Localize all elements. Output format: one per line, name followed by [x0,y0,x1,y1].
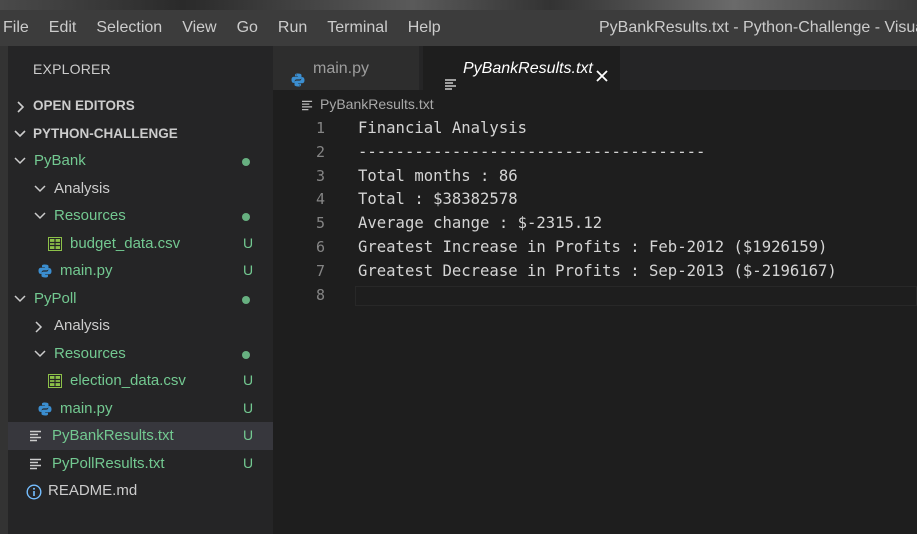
activity-bar [0,46,8,534]
tree-item-label: Analysis [54,317,110,334]
git-status-badge: U [243,262,254,278]
git-status-badge: U [243,372,254,388]
workspace-root-section[interactable]: PYTHON-CHALLENGE [8,120,273,148]
folder-item[interactable]: Analysis [8,312,273,340]
tab-main-py[interactable]: main.py [273,46,419,90]
current-line-highlight [355,286,917,306]
code-line[interactable]: Average change : $-2315.12 [358,214,602,232]
tree-item-label: Resources [54,344,126,362]
code-line[interactable]: ------------------------------------- [358,143,705,161]
file-tree: PyBank Analysis Resources budget_data.csv Um… [8,147,273,505]
explorer-sidebar: EXPLORER OPEN EDITORS PYTHON-CHALLENGE P… [8,46,273,534]
menu-edit[interactable]: Edit [39,19,87,37]
menu-help[interactable]: Help [398,19,451,37]
file-item[interactable]: election_data.csv U [8,367,273,395]
folder-item[interactable]: PyPoll [8,285,273,313]
git-status-badge: U [243,399,254,416]
tab-pybankresults[interactable]: PyBankResults.txt [423,46,620,90]
tab-pybankresults-label: PyBankResults.txt [463,60,593,77]
file-item[interactable]: main.py U [8,395,273,423]
git-status-badge: U [243,427,254,443]
line-number: 1 [315,119,325,137]
desktop-background-strip [0,0,917,10]
tree-item-label: main.py [60,262,113,279]
code-editor[interactable]: 1 Financial Analysis 2 --------------------… [273,118,917,534]
code-line[interactable]: Greatest Decrease in Profits : Sep-2013 … [358,262,837,280]
file-item[interactable]: PyBankResults.txt U [8,422,273,450]
modified-dot-indicator [242,213,250,221]
modified-dot-indicator [242,350,250,359]
tree-item-label: election_data.csv [70,372,186,389]
tree-item-label: Resources [54,207,126,224]
menu-selection[interactable]: Selection [86,19,172,37]
tree-item-label: budget_data.csv [70,234,181,252]
file-item[interactable]: PyPollResults.txt U [8,450,273,478]
close-icon[interactable] [593,58,611,82]
breadcrumb: PyBankResults.txt [273,90,917,118]
menu-bar: File Edit Selection View Go Run Terminal Help Py… [0,10,917,46]
menu-go[interactable]: Go [227,19,268,37]
file-item[interactable]: main.py U [8,257,273,285]
file-item[interactable]: budget_data.csv U [8,230,273,258]
folder-item[interactable]: Analysis [8,175,273,203]
line-number: 5 [315,214,325,233]
modified-dot-indicator [242,295,250,304]
workspace-root-label: PYTHON-CHALLENGE [33,125,178,141]
text-file-icon [302,98,313,114]
tree-item-label: Analysis [54,179,110,197]
menu-run[interactable]: Run [268,19,317,37]
open-editors-section[interactable]: OPEN EDITORS [8,92,273,120]
menu-view[interactable]: View [172,19,226,37]
file-item[interactable]: README.md [8,477,273,505]
tree-item-label: PyBankResults.txt [52,427,174,444]
open-editors-label: OPEN EDITORS [33,98,135,113]
tree-item-label: main.py [60,399,113,417]
code-line[interactable]: Greatest Increase in Profits : Feb-2012 … [358,238,827,256]
folder-item[interactable]: Resources [8,202,273,230]
folder-item[interactable]: Resources [8,340,273,368]
menu-file[interactable]: File [0,19,39,37]
tree-item-label: PyPoll [34,289,77,307]
git-status-badge: U [243,234,254,251]
line-number: 8 [315,285,325,304]
breadcrumb-file[interactable]: PyBankResults.txt [320,96,434,112]
tree-item-label: PyPollResults.txt [52,454,165,472]
tab-main-py-label: main.py [313,60,370,77]
line-number: 7 [315,261,325,280]
git-status-badge: U [243,454,254,471]
code-line[interactable]: Total : $38382578 [358,190,518,208]
line-number: 3 [315,166,325,185]
line-number: 6 [315,238,325,256]
window-title: PyBankResults.txt - Python-Challenge - V… [599,19,917,36]
folder-item[interactable]: PyBank [8,147,273,175]
code-line[interactable]: Financial Analysis [358,119,527,137]
tree-item-label: README.md [48,482,138,499]
explorer-title: EXPLORER [33,61,111,77]
editor-tab-bar: main.py PyBankResults.txt [273,46,917,90]
modified-dot-indicator [242,158,250,166]
menu-terminal[interactable]: Terminal [317,19,397,37]
line-number: 2 [315,142,325,161]
line-number: 4 [315,190,325,209]
code-line[interactable]: Total months : 86 [358,167,518,185]
tree-item-label: PyBank [34,152,86,169]
